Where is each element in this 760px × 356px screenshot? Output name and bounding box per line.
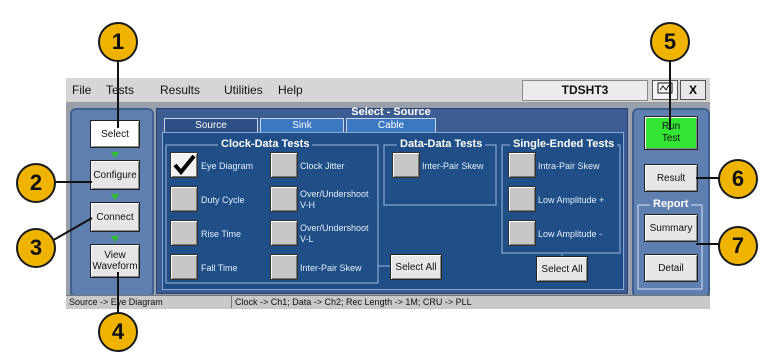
callout-6: 6 — [718, 159, 758, 199]
callout-7: 7 — [718, 226, 758, 266]
callout-3: 3 — [16, 228, 56, 268]
callout-2: 2 — [16, 163, 56, 203]
callout-4: 4 — [98, 312, 138, 352]
callout-1: 1 — [98, 22, 138, 62]
callout-5: 5 — [650, 22, 690, 62]
